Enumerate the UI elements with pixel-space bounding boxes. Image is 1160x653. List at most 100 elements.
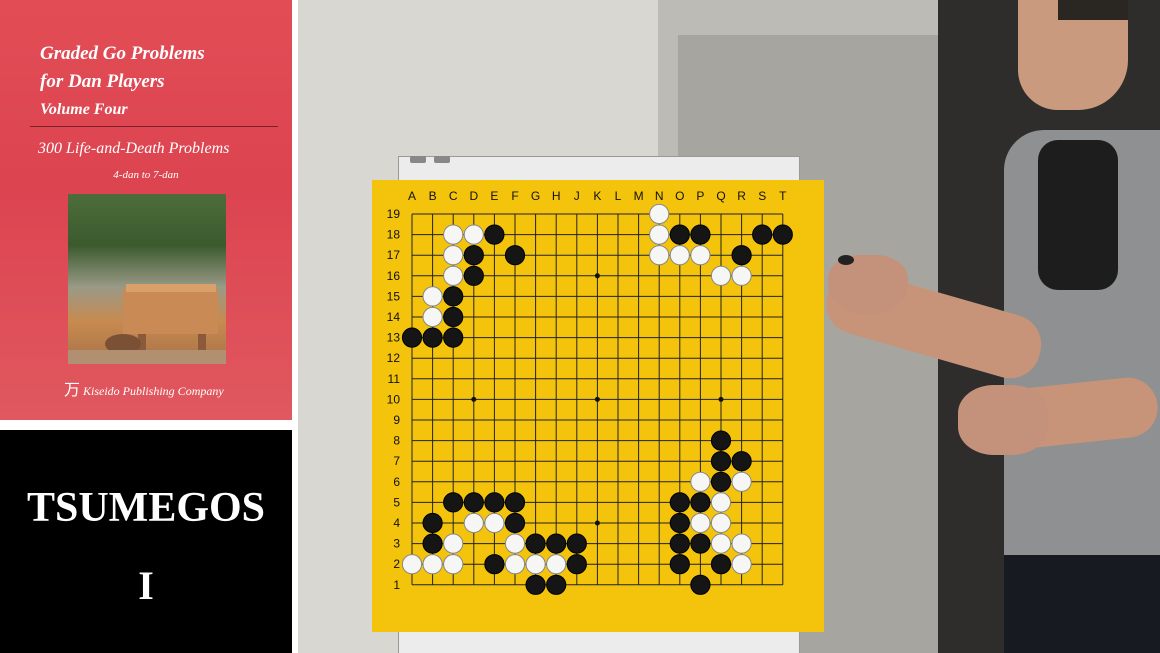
white-stone — [422, 554, 443, 575]
star-point — [718, 396, 724, 402]
row-label: 10 — [387, 392, 401, 406]
row-label: 16 — [387, 269, 401, 283]
column-label: E — [490, 189, 498, 203]
video-title: TSUMEGOS — [26, 485, 266, 531]
publisher-name: Kiseido Publishing Company — [83, 384, 224, 398]
star-point — [594, 520, 600, 526]
white-stone — [731, 554, 752, 575]
person-pants — [1004, 555, 1160, 653]
column-label: L — [615, 189, 622, 203]
white-stone — [669, 245, 690, 266]
star-point — [594, 273, 600, 279]
white-stone — [731, 265, 752, 286]
black-stone — [669, 512, 690, 534]
column-label: S — [758, 189, 766, 203]
black-stone — [669, 533, 690, 554]
black-stone — [443, 286, 464, 307]
white-stone — [504, 554, 526, 575]
row-label: 5 — [393, 495, 400, 509]
book-cover: Graded Go Problems for Dan Players Volum… — [0, 0, 292, 420]
person-hand — [828, 255, 908, 315]
black-stone — [710, 554, 732, 575]
black-stone — [731, 245, 752, 266]
row-label: 9 — [393, 413, 400, 427]
black-stone — [463, 265, 484, 286]
marker — [410, 156, 426, 163]
row-label: 2 — [393, 557, 400, 571]
column-label: F — [511, 189, 518, 203]
white-stone — [690, 512, 711, 534]
black-stone — [546, 574, 567, 595]
white-stone — [443, 533, 464, 554]
column-label: K — [593, 189, 601, 203]
row-label: 12 — [387, 351, 401, 365]
black-stone — [669, 224, 690, 245]
white-stone — [443, 245, 464, 266]
black-stone — [504, 492, 526, 513]
video-part-number: I — [138, 563, 154, 608]
white-stone — [649, 224, 670, 245]
white-stone — [443, 224, 464, 245]
white-stone — [401, 554, 423, 575]
white-stone — [546, 554, 567, 575]
white-stone — [422, 306, 443, 328]
cover-photo — [68, 194, 226, 364]
star-point — [594, 396, 600, 402]
black-stone — [710, 471, 732, 492]
white-stone — [463, 512, 484, 534]
column-label: M — [634, 189, 644, 203]
row-label: 18 — [387, 228, 401, 242]
white-stone — [422, 286, 443, 307]
white-stone — [443, 554, 464, 575]
book-subtitle: 300 Life-and-Death Problems — [38, 140, 230, 157]
row-label: 7 — [393, 454, 400, 468]
black-stone — [443, 492, 464, 513]
column-label: H — [552, 189, 561, 203]
column-label: O — [675, 189, 684, 203]
black-stone — [546, 533, 567, 554]
black-stone — [690, 492, 711, 513]
video-title-panel: TSUMEGOS I — [0, 430, 292, 653]
black-stone — [669, 554, 690, 575]
go-board: A B C D E F G H J K L M N O P Q R S T191817161514131211109… — [372, 180, 824, 632]
black-stone — [772, 224, 793, 245]
book-title-line-3: Volume Four — [40, 101, 128, 118]
column-label: P — [696, 189, 704, 203]
black-stone — [731, 451, 752, 472]
black-stone — [484, 224, 505, 245]
column-label: B — [429, 189, 437, 203]
white-stone — [710, 533, 732, 554]
column-label: T — [779, 189, 787, 203]
book-title-line-2: for Dan Players — [40, 71, 165, 92]
person-undershirt — [1038, 140, 1118, 290]
column-label: C — [449, 189, 458, 203]
white-stone — [649, 203, 670, 225]
column-label: N — [655, 189, 664, 203]
held-stone — [838, 255, 854, 265]
black-stone — [443, 327, 464, 348]
white-stone — [504, 533, 526, 554]
black-stone — [484, 554, 505, 575]
row-label: 6 — [393, 475, 400, 489]
star-point — [471, 396, 477, 402]
white-stone — [484, 512, 505, 534]
person-hand — [958, 385, 1048, 455]
black-stone — [443, 306, 464, 328]
black-stone — [566, 533, 587, 554]
black-stone — [752, 224, 773, 245]
row-label: 13 — [387, 331, 401, 345]
black-stone — [422, 512, 443, 534]
black-stone — [422, 533, 443, 554]
black-stone — [504, 512, 526, 534]
person-hair — [1058, 0, 1128, 20]
column-label: Q — [716, 189, 725, 203]
book-title: Graded Go Problems for Dan Players Volum… — [40, 40, 205, 124]
white-stone — [525, 554, 546, 575]
column-label: J — [574, 189, 580, 203]
column-label: D — [469, 189, 478, 203]
black-stone — [504, 245, 526, 266]
black-stone — [401, 327, 423, 348]
book-level: 4-dan to 7-dan — [113, 169, 179, 181]
black-stone — [690, 574, 711, 595]
book-title-line-1: Graded Go Problems — [40, 43, 205, 64]
